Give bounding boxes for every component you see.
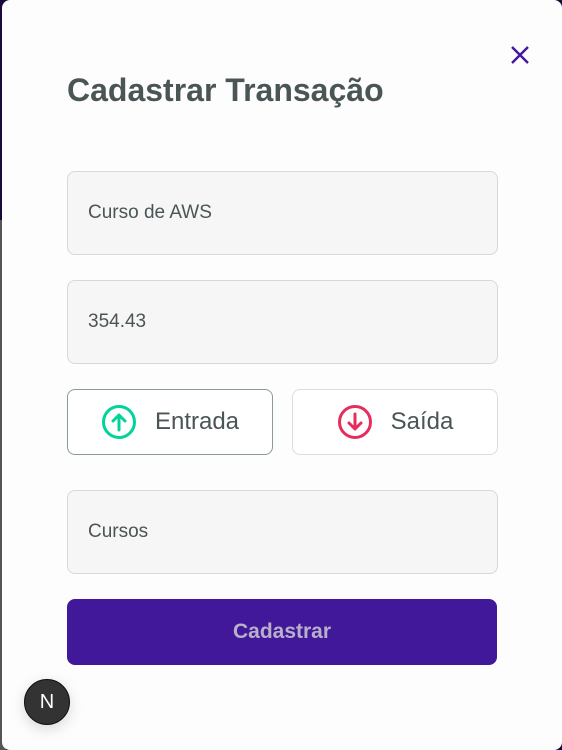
new-transaction-modal: Cadastrar Transação Curso de AWS 354.43 … [2, 0, 562, 750]
outcome-type-label: Saída [390, 408, 454, 435]
close-icon[interactable] [507, 42, 533, 68]
price-input[interactable]: 354.43 [67, 280, 498, 364]
category-input[interactable]: Cursos [67, 490, 498, 574]
arrow-circle-up-icon [101, 405, 136, 439]
nextjs-dev-badge[interactable]: N [24, 679, 70, 725]
arrow-circle-down-icon [337, 405, 372, 439]
income-type-button[interactable]: Entrada [67, 389, 273, 455]
modal-title: Cadastrar Transação [67, 72, 384, 108]
income-type-label: Entrada [154, 408, 240, 435]
description-input[interactable]: Curso de AWS [67, 171, 498, 255]
outcome-type-button[interactable]: Saída [292, 389, 498, 455]
submit-button[interactable]: Cadastrar [67, 599, 497, 665]
